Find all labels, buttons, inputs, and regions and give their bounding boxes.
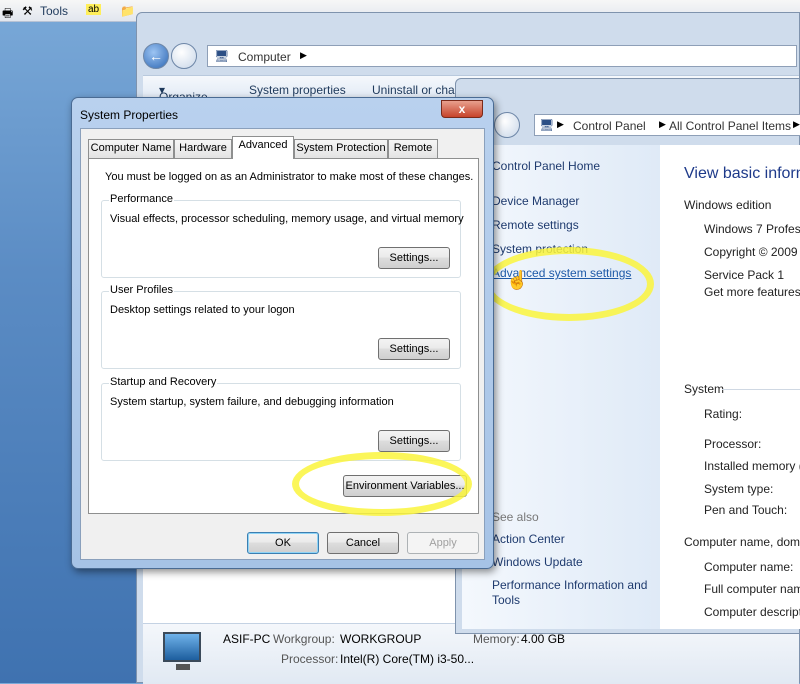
performance-settings-button[interactable]: Settings... xyxy=(378,247,450,269)
memory-value: 4.00 GB xyxy=(521,632,566,646)
device-manager-link[interactable]: Device Manager xyxy=(492,194,579,208)
breadcrumb-chevron-icon[interactable]: ▶ xyxy=(300,50,307,61)
ok-button[interactable]: OK xyxy=(247,532,319,554)
user-profiles-legend: User Profiles xyxy=(109,284,174,296)
processor-label: Processor: xyxy=(704,437,762,451)
monitor-stand xyxy=(176,664,190,670)
processor-label: Processor: xyxy=(281,652,339,666)
divider xyxy=(722,389,800,390)
control-panel-icon: 🖥 xyxy=(539,118,555,132)
cp-forward-button[interactable] xyxy=(494,112,520,138)
apply-button[interactable]: Apply xyxy=(407,532,479,554)
breadcrumb-all-items[interactable]: All Control Panel Items xyxy=(669,119,791,133)
tab-system-protection[interactable]: System Protection xyxy=(294,139,388,158)
startup-recovery-legend: Startup and Recovery xyxy=(109,376,218,388)
pen-touch-label: Pen and Touch: xyxy=(704,503,788,517)
performance-desc: Visual effects, processor scheduling, me… xyxy=(110,213,464,225)
forward-button[interactable] xyxy=(171,43,197,69)
back-button[interactable]: ← xyxy=(143,43,169,69)
full-computer-name-label: Full computer nam xyxy=(704,582,800,596)
computer-description-label: Computer descript xyxy=(704,605,800,619)
tab-remote[interactable]: Remote xyxy=(388,139,438,158)
windows-update-link[interactable]: Windows Update xyxy=(492,555,583,569)
tab-hardware[interactable]: Hardware xyxy=(174,139,232,158)
hand-cursor-icon: ☝ xyxy=(506,270,529,290)
system-type-label: System type: xyxy=(704,482,774,496)
pc-name: ASIF-PC xyxy=(223,632,271,646)
installed-memory-label: Installed memory ( xyxy=(704,459,800,473)
more-features-link[interactable]: Get more features xyxy=(704,285,800,299)
rating-label: Rating: xyxy=(704,407,743,421)
startup-recovery-settings-button[interactable]: Settings... xyxy=(378,430,450,452)
tools-menu[interactable]: Tools xyxy=(40,4,68,18)
edition-value: Windows 7 Profess xyxy=(704,222,800,236)
computer-icon: 🖥 xyxy=(214,49,230,63)
uninstall-button[interactable]: Uninstall or cha xyxy=(372,83,455,97)
workgroup-value: WORKGROUP xyxy=(340,632,422,646)
folder-icon[interactable]: 📁 xyxy=(120,4,135,18)
tab-advanced[interactable]: Advanced xyxy=(232,136,294,159)
processor-value: Intel(R) Core(TM) i3-50... xyxy=(340,652,475,666)
cp-home-link[interactable]: Control Panel Home xyxy=(492,159,600,173)
workgroup-label: Workgroup: xyxy=(273,632,335,646)
spelling-button[interactable]: ab xyxy=(86,4,102,15)
printer-icon[interactable]: 🖶 xyxy=(2,4,13,25)
page-title: View basic inform xyxy=(684,165,800,182)
organize-menu[interactable]: Organize ▾ xyxy=(159,83,208,104)
admin-note: You must be logged on as an Administrato… xyxy=(105,171,474,183)
startup-recovery-group: Startup and Recovery System startup, sys… xyxy=(101,376,461,461)
highlight-circle-env-vars xyxy=(292,452,472,516)
action-center-link[interactable]: Action Center xyxy=(492,532,565,546)
performance-legend: Performance xyxy=(109,193,174,205)
remote-settings-link[interactable]: Remote settings xyxy=(492,218,579,232)
performance-group: Performance Visual effects, processor sc… xyxy=(101,193,464,278)
system-properties-button[interactable]: System properties xyxy=(249,83,346,97)
service-pack: Service Pack 1 xyxy=(704,268,785,282)
see-also-header: See also xyxy=(492,510,539,524)
chevron-icon: ▶ xyxy=(659,119,666,129)
computer-name-header: Computer name, dom xyxy=(684,535,800,549)
dialog-title: System Properties xyxy=(80,108,179,122)
windows-edition-header: Windows edition xyxy=(684,198,772,212)
startup-recovery-desc: System startup, system failure, and debu… xyxy=(110,396,394,408)
cp-address-bar[interactable]: 🖥 ▶ Control Panel ▶ All Control Panel It… xyxy=(534,114,800,136)
address-bar[interactable]: 🖥 Computer ▶ xyxy=(207,45,797,67)
performance-info-link[interactable]: Performance Information and xyxy=(492,578,647,592)
breadcrumb-control-panel[interactable]: Control Panel xyxy=(573,119,646,133)
cancel-button[interactable]: Cancel xyxy=(327,532,399,554)
chevron-icon: ▶ xyxy=(793,119,800,129)
performance-info-link-tools[interactable]: Tools xyxy=(492,593,520,607)
memory-label: Memory: xyxy=(473,632,520,646)
close-button[interactable]: x xyxy=(441,100,483,118)
chevron-icon: ▶ xyxy=(557,119,564,129)
user-profiles-group: User Profiles Desktop settings related t… xyxy=(101,284,461,369)
tools-icon[interactable]: ⚒ xyxy=(22,4,33,18)
tab-computer-name[interactable]: Computer Name xyxy=(88,139,174,158)
user-profiles-settings-button[interactable]: Settings... xyxy=(378,338,450,360)
control-panel-window: 🖥 ▶ Control Panel ▶ All Control Panel It… xyxy=(455,78,800,634)
system-header: System xyxy=(684,382,725,396)
user-profiles-desc: Desktop settings related to your logon xyxy=(110,304,295,316)
cp-main: View basic inform Windows edition Window… xyxy=(660,145,800,629)
copyright: Copyright © 2009 xyxy=(704,245,798,259)
breadcrumb-computer[interactable]: Computer xyxy=(238,50,291,64)
computer-name-label: Computer name: xyxy=(704,560,794,574)
computer-monitor-icon xyxy=(163,632,201,662)
